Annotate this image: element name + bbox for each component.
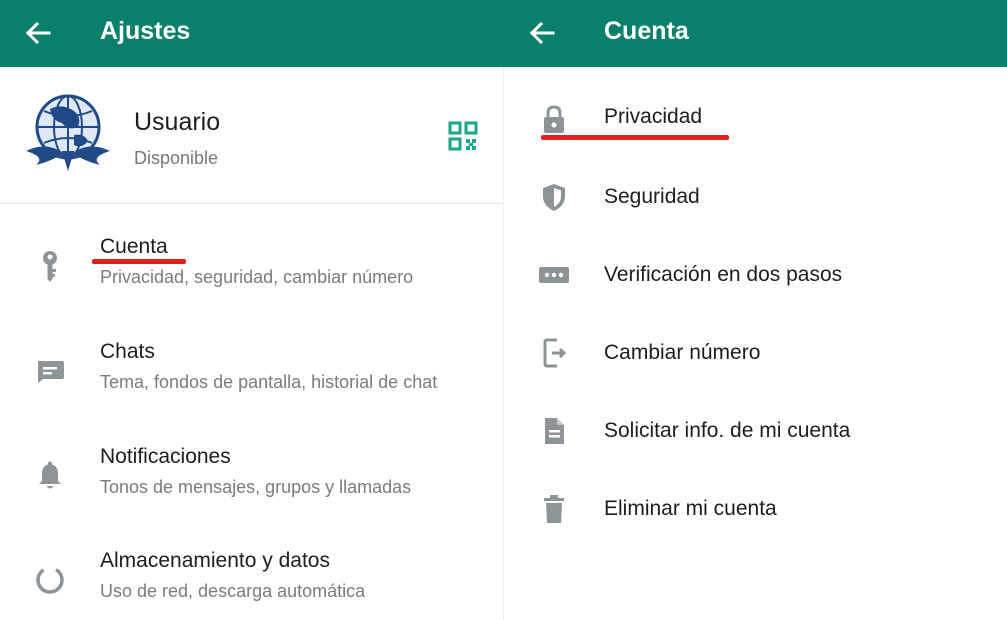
highlight-underline-privacidad bbox=[541, 135, 729, 140]
setting-subtitle: Privacidad, seguridad, cambiar número bbox=[100, 267, 414, 287]
profile-status: Disponible bbox=[134, 148, 219, 168]
account-item-verificacion[interactable]: Verificación en dos pasos bbox=[504, 236, 1007, 314]
avatar[interactable] bbox=[22, 91, 114, 177]
back-arrow-icon[interactable] bbox=[522, 13, 562, 53]
profile-name: Usuario bbox=[134, 108, 221, 136]
lock-icon bbox=[534, 99, 574, 139]
profile-divider bbox=[0, 203, 503, 204]
account-item-label: Seguridad bbox=[604, 185, 700, 208]
setting-label: Notificaciones bbox=[100, 445, 231, 468]
account-item-seguridad[interactable]: Seguridad bbox=[504, 158, 1007, 236]
account-item-label: Solicitar info. de mi cuenta bbox=[604, 419, 851, 442]
setting-item-chats[interactable]: Chats Tema, fondos de pantalla, historia… bbox=[0, 325, 503, 425]
setting-label: Almacenamiento y datos bbox=[100, 549, 330, 572]
setting-item-notificaciones[interactable]: Notificaciones Tonos de mensajes, grupos… bbox=[0, 430, 503, 530]
highlight-underline-cuenta bbox=[92, 259, 186, 264]
key-icon bbox=[30, 246, 70, 286]
account-item-label: Eliminar mi cuenta bbox=[604, 497, 777, 520]
setting-subtitle: Uso de red, descarga automática bbox=[100, 581, 366, 601]
storage-circle-icon bbox=[30, 560, 70, 600]
setting-label: Cuenta bbox=[100, 235, 168, 258]
setting-item-cuenta[interactable]: Cuenta Privacidad, seguridad, cambiar nú… bbox=[0, 220, 503, 320]
page-title-cuenta: Cuenta bbox=[604, 17, 689, 45]
bell-icon bbox=[30, 456, 70, 496]
screenshot: Ajustes Cuenta Usuario Disponible Cuenta… bbox=[0, 0, 1007, 620]
back-arrow-icon[interactable] bbox=[18, 13, 58, 53]
account-item-cambiar-numero[interactable]: Cambiar número bbox=[504, 314, 1007, 392]
account-item-label: Verificación en dos pasos bbox=[604, 263, 843, 286]
shield-icon bbox=[534, 177, 574, 217]
app-toolbar: Ajustes Cuenta bbox=[0, 0, 1007, 67]
password-dots-icon bbox=[534, 255, 574, 295]
setting-subtitle: Tema, fondos de pantalla, historial de c… bbox=[100, 372, 438, 392]
document-icon bbox=[534, 411, 574, 451]
account-item-solicitar-info[interactable]: Solicitar info. de mi cuenta bbox=[504, 392, 1007, 470]
setting-item-almacenamiento[interactable]: Almacenamiento y datos Uso de red, desca… bbox=[0, 534, 503, 620]
profile-row[interactable]: Usuario Disponible bbox=[0, 67, 503, 203]
account-item-eliminar-cuenta[interactable]: Eliminar mi cuenta bbox=[504, 470, 1007, 548]
setting-label: Chats bbox=[100, 340, 155, 363]
qr-code-icon[interactable] bbox=[446, 119, 480, 153]
setting-subtitle: Tonos de mensajes, grupos y llamadas bbox=[100, 477, 412, 497]
trash-icon bbox=[534, 489, 574, 529]
page-title-ajustes: Ajustes bbox=[100, 17, 191, 45]
account-item-label: Cambiar número bbox=[604, 341, 761, 364]
account-item-privacidad[interactable]: Privacidad bbox=[504, 80, 1007, 158]
chat-icon bbox=[30, 351, 70, 391]
account-item-label: Privacidad bbox=[604, 105, 703, 128]
phone-change-icon bbox=[534, 333, 574, 373]
